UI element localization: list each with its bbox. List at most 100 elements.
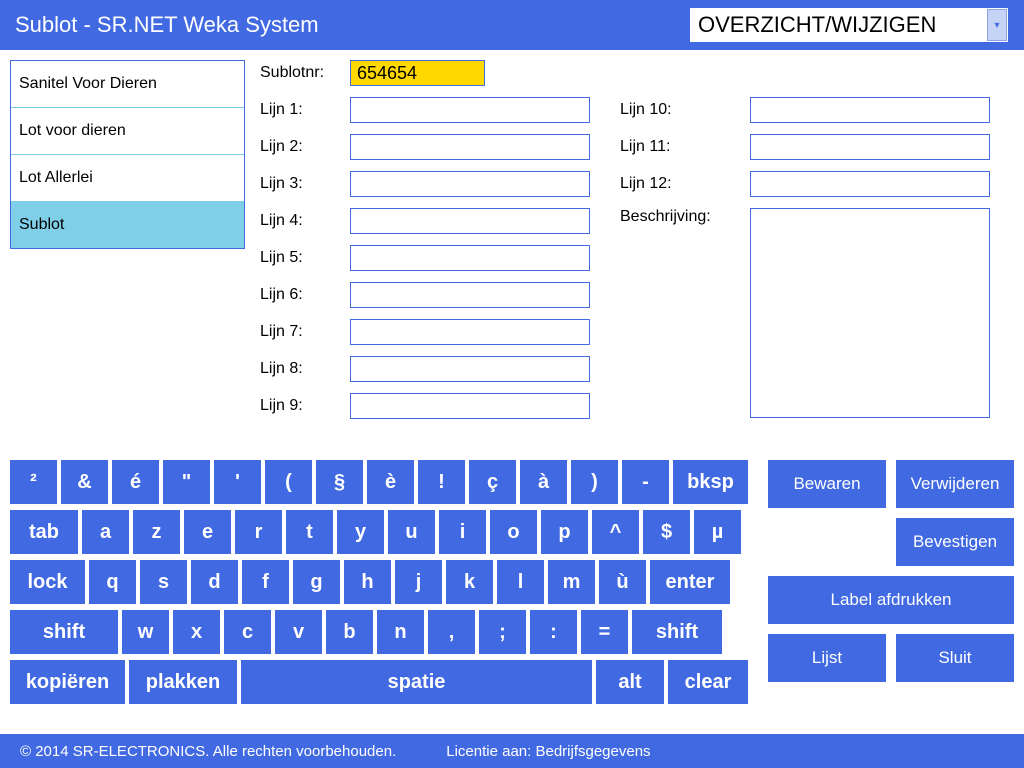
key-q[interactable]: q: [89, 560, 136, 604]
key-y[interactable]: y: [337, 510, 384, 554]
key-x[interactable]: x: [173, 610, 220, 654]
line-input[interactable]: [350, 393, 590, 419]
key-tab[interactable]: tab: [10, 510, 78, 554]
line-label: Lijn 11:: [620, 138, 750, 156]
key-m[interactable]: m: [548, 560, 595, 604]
key-e[interactable]: e: [184, 510, 231, 554]
line-input[interactable]: [750, 134, 990, 160]
key-spatie[interactable]: spatie: [241, 660, 592, 704]
key-w[interactable]: w: [122, 610, 169, 654]
key-clear[interactable]: clear: [668, 660, 748, 704]
footer-bar: © 2014 SR-ELECTRONICS. Alle rechten voor…: [0, 734, 1024, 768]
print-label-button[interactable]: Label afdrukken: [768, 576, 1014, 624]
key-h[interactable]: h: [344, 560, 391, 604]
key-^[interactable]: ^: [592, 510, 639, 554]
key-é[interactable]: é: [112, 460, 159, 504]
sublot-label: Sublotnr:: [260, 64, 350, 82]
key-p[interactable]: p: [541, 510, 588, 554]
key-à[interactable]: à: [520, 460, 567, 504]
key-§[interactable]: §: [316, 460, 363, 504]
line-input[interactable]: [350, 319, 590, 345]
line-input[interactable]: [350, 171, 590, 197]
content-area: Sanitel Voor DierenLot voor dierenLot Al…: [0, 50, 1024, 458]
header-bar: Sublot - SR.NET Weka System ▾: [0, 0, 1024, 50]
key-,[interactable]: ,: [428, 610, 475, 654]
key-g[interactable]: g: [293, 560, 340, 604]
key-&[interactable]: &: [61, 460, 108, 504]
key-enter[interactable]: enter: [650, 560, 730, 604]
description-row: Beschrijving:: [620, 208, 990, 418]
key-t[interactable]: t: [286, 510, 333, 554]
delete-button[interactable]: Verwijderen: [896, 460, 1014, 508]
key-$[interactable]: $: [643, 510, 690, 554]
key-bksp[interactable]: bksp: [673, 460, 748, 504]
key-'[interactable]: ': [214, 460, 261, 504]
key-f[interactable]: f: [242, 560, 289, 604]
sidebar-item-0[interactable]: Sanitel Voor Dieren: [11, 61, 244, 108]
key-)[interactable]: ): [571, 460, 618, 504]
close-button[interactable]: Sluit: [896, 634, 1014, 682]
key-l[interactable]: l: [497, 560, 544, 604]
sublot-input[interactable]: [350, 60, 485, 86]
key-a[interactable]: a: [82, 510, 129, 554]
key-([interactable]: (: [265, 460, 312, 504]
line-label: Lijn 2:: [260, 138, 350, 156]
line-input[interactable]: [350, 282, 590, 308]
sidebar-item-3[interactable]: Sublot: [11, 202, 244, 248]
key-lock[interactable]: lock: [10, 560, 85, 604]
key-µ[interactable]: µ: [694, 510, 741, 554]
line-input[interactable]: [750, 171, 990, 197]
mode-select-wrap[interactable]: ▾: [689, 7, 1009, 43]
line-input[interactable]: [350, 356, 590, 382]
save-button[interactable]: Bewaren: [768, 460, 886, 508]
confirm-button[interactable]: Bevestigen: [896, 518, 1014, 566]
key-n[interactable]: n: [377, 610, 424, 654]
key-![interactable]: !: [418, 460, 465, 504]
key-ù[interactable]: ù: [599, 560, 646, 604]
key-z[interactable]: z: [133, 510, 180, 554]
key-s[interactable]: s: [140, 560, 187, 604]
onscreen-keyboard: ²&é"'(§è!çà)-bksp tabazertyuiop^$µ lockqsd…: [10, 460, 748, 718]
key-=[interactable]: =: [581, 610, 628, 654]
footer-license: Licentie aan: Bedrijfsgegevens: [446, 743, 650, 760]
key-plakken[interactable]: plakken: [129, 660, 237, 704]
key-:[interactable]: :: [530, 610, 577, 654]
key-c[interactable]: c: [224, 610, 271, 654]
key-j[interactable]: j: [395, 560, 442, 604]
line-label: Lijn 12:: [620, 175, 750, 193]
key-d[interactable]: d: [191, 560, 238, 604]
description-label: Beschrijving:: [620, 208, 750, 226]
key-ç[interactable]: ç: [469, 460, 516, 504]
line-row: Lijn 11:: [620, 134, 990, 160]
key-²[interactable]: ²: [10, 460, 57, 504]
key-"[interactable]: ": [163, 460, 210, 504]
line-input[interactable]: [350, 208, 590, 234]
line-input[interactable]: [350, 245, 590, 271]
key-r[interactable]: r: [235, 510, 282, 554]
sidebar-item-1[interactable]: Lot voor dieren: [11, 108, 244, 155]
mode-select[interactable]: [689, 7, 1009, 43]
key-k[interactable]: k: [446, 560, 493, 604]
key-u[interactable]: u: [388, 510, 435, 554]
description-textarea[interactable]: [750, 208, 990, 418]
key-v[interactable]: v: [275, 610, 322, 654]
app-title: Sublot - SR.NET Weka System: [15, 12, 319, 38]
line-input[interactable]: [750, 97, 990, 123]
sidebar-item-2[interactable]: Lot Allerlei: [11, 155, 244, 202]
list-button[interactable]: Lijst: [768, 634, 886, 682]
key-i[interactable]: i: [439, 510, 486, 554]
key-è[interactable]: è: [367, 460, 414, 504]
key-shift[interactable]: shift: [632, 610, 722, 654]
key--[interactable]: -: [622, 460, 669, 504]
line-input[interactable]: [350, 134, 590, 160]
key-shift[interactable]: shift: [10, 610, 118, 654]
key-;[interactable]: ;: [479, 610, 526, 654]
line-row: Lijn 10:: [620, 97, 990, 123]
key-o[interactable]: o: [490, 510, 537, 554]
key-alt[interactable]: alt: [596, 660, 664, 704]
key-kopiëren[interactable]: kopiëren: [10, 660, 125, 704]
key-b[interactable]: b: [326, 610, 373, 654]
line-label: Lijn 3:: [260, 175, 350, 193]
line-input[interactable]: [350, 97, 590, 123]
footer-copyright: © 2014 SR-ELECTRONICS. Alle rechten voor…: [20, 743, 396, 760]
